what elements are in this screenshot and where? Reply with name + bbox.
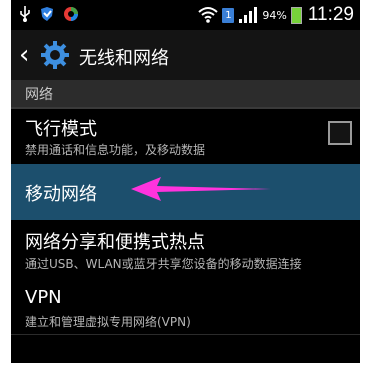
status-bar: 1 94% 11:29: [11, 0, 360, 30]
airplane-mode-checkbox[interactable]: [328, 121, 352, 145]
phone-screen: 1 94% 11:29 ‹ 无线和网络 网络 飞行模式 禁用通话和信息功能，及移…: [11, 0, 360, 363]
airplane-mode-desc: 禁用通话和信息功能，及移动数据: [25, 143, 206, 157]
tethering-desc: 通过USB、WLAN或蓝牙共享您设备的移动数据连接: [25, 257, 302, 271]
airplane-mode-item[interactable]: 飞行模式 禁用通话和信息功能，及移动数据: [11, 109, 360, 165]
pointer-arrow-annotation: [131, 177, 271, 201]
mobile-network-item[interactable]: 移动网络: [11, 164, 360, 221]
battery-percent: 94%: [262, 8, 287, 22]
usb-icon: [20, 6, 30, 22]
section-header-network: 网络: [11, 80, 360, 109]
back-arrow-icon[interactable]: ‹: [19, 41, 39, 69]
settings-gear-icon: [41, 41, 69, 69]
vpn-item[interactable]: VPN 建立和管理虚拟专用网络(VPN): [11, 277, 360, 335]
wifi-icon: [198, 7, 219, 23]
page-title: 无线和网络: [79, 48, 169, 69]
vpn-desc: 建立和管理虚拟专用网络(VPN): [25, 315, 191, 329]
section-label: 网络: [25, 87, 53, 103]
tethering-hotspot-item[interactable]: 网络分享和便携式热点 通过USB、WLAN或蓝牙共享您设备的移动数据连接: [11, 220, 360, 278]
mobile-network-title: 移动网络: [25, 184, 97, 205]
sim-indicator: 1: [222, 7, 235, 23]
shield-icon: [41, 7, 53, 21]
action-bar: ‹ 无线和网络: [11, 30, 360, 80]
colorful-app-icon: [64, 7, 78, 21]
signal-icon: [239, 7, 258, 23]
battery-icon: [290, 6, 302, 24]
status-icons-left: [19, 6, 79, 22]
airplane-mode-title: 飞行模式: [25, 119, 97, 140]
tethering-title: 网络分享和便携式热点: [25, 232, 205, 253]
vpn-title: VPN: [25, 287, 62, 308]
clock: 11:29: [307, 4, 354, 25]
status-icons-right: 1 94% 11:29: [198, 3, 354, 27]
